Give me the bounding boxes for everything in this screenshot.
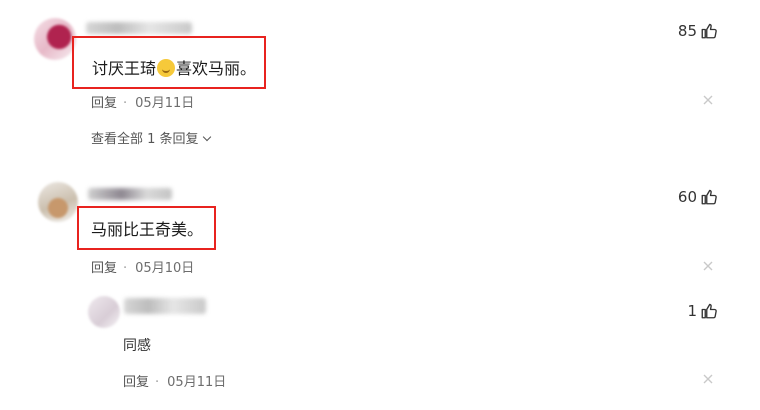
- comment-date: 05月11日: [167, 375, 227, 390]
- comment-date: 05月11日: [135, 96, 195, 111]
- close-icon[interactable]: [702, 373, 714, 385]
- like-count: 1: [687, 302, 697, 320]
- chevron-down-icon: [202, 132, 211, 142]
- like-button[interactable]: 60: [678, 188, 718, 206]
- avatar[interactable]: [38, 182, 78, 222]
- username-blurred[interactable]: [88, 188, 172, 200]
- view-all-replies-label: 查看全部 1 条回复: [91, 132, 199, 147]
- reply-button[interactable]: 回复: [91, 96, 117, 111]
- red-highlight-box: [77, 206, 216, 250]
- close-icon[interactable]: [702, 94, 714, 106]
- thumbs-up-icon: [701, 303, 717, 319]
- like-button[interactable]: 85: [678, 22, 718, 40]
- reply-button[interactable]: 回复: [91, 261, 117, 276]
- comment-meta: 回复 · 05月10日: [91, 261, 195, 276]
- reply-button[interactable]: 回复: [123, 375, 149, 390]
- thumbs-up-icon: [701, 189, 717, 205]
- like-count: 60: [677, 188, 697, 206]
- like-count: 85: [677, 22, 697, 40]
- avatar[interactable]: [88, 296, 120, 328]
- view-all-replies-link[interactable]: 查看全部 1 条回复: [91, 128, 211, 147]
- like-button[interactable]: 1: [687, 302, 718, 320]
- thumbs-up-icon: [701, 23, 717, 39]
- avatar[interactable]: [34, 18, 76, 60]
- close-icon[interactable]: [702, 260, 714, 272]
- red-highlight-box: [72, 36, 266, 89]
- username-blurred[interactable]: [86, 22, 192, 34]
- comment-meta: 回复 · 05月11日: [123, 375, 227, 390]
- comment-meta: 回复 · 05月11日: [91, 96, 195, 111]
- reply-text: 同感: [123, 338, 151, 354]
- comment-date: 05月10日: [135, 261, 195, 276]
- username-blurred[interactable]: [124, 298, 206, 314]
